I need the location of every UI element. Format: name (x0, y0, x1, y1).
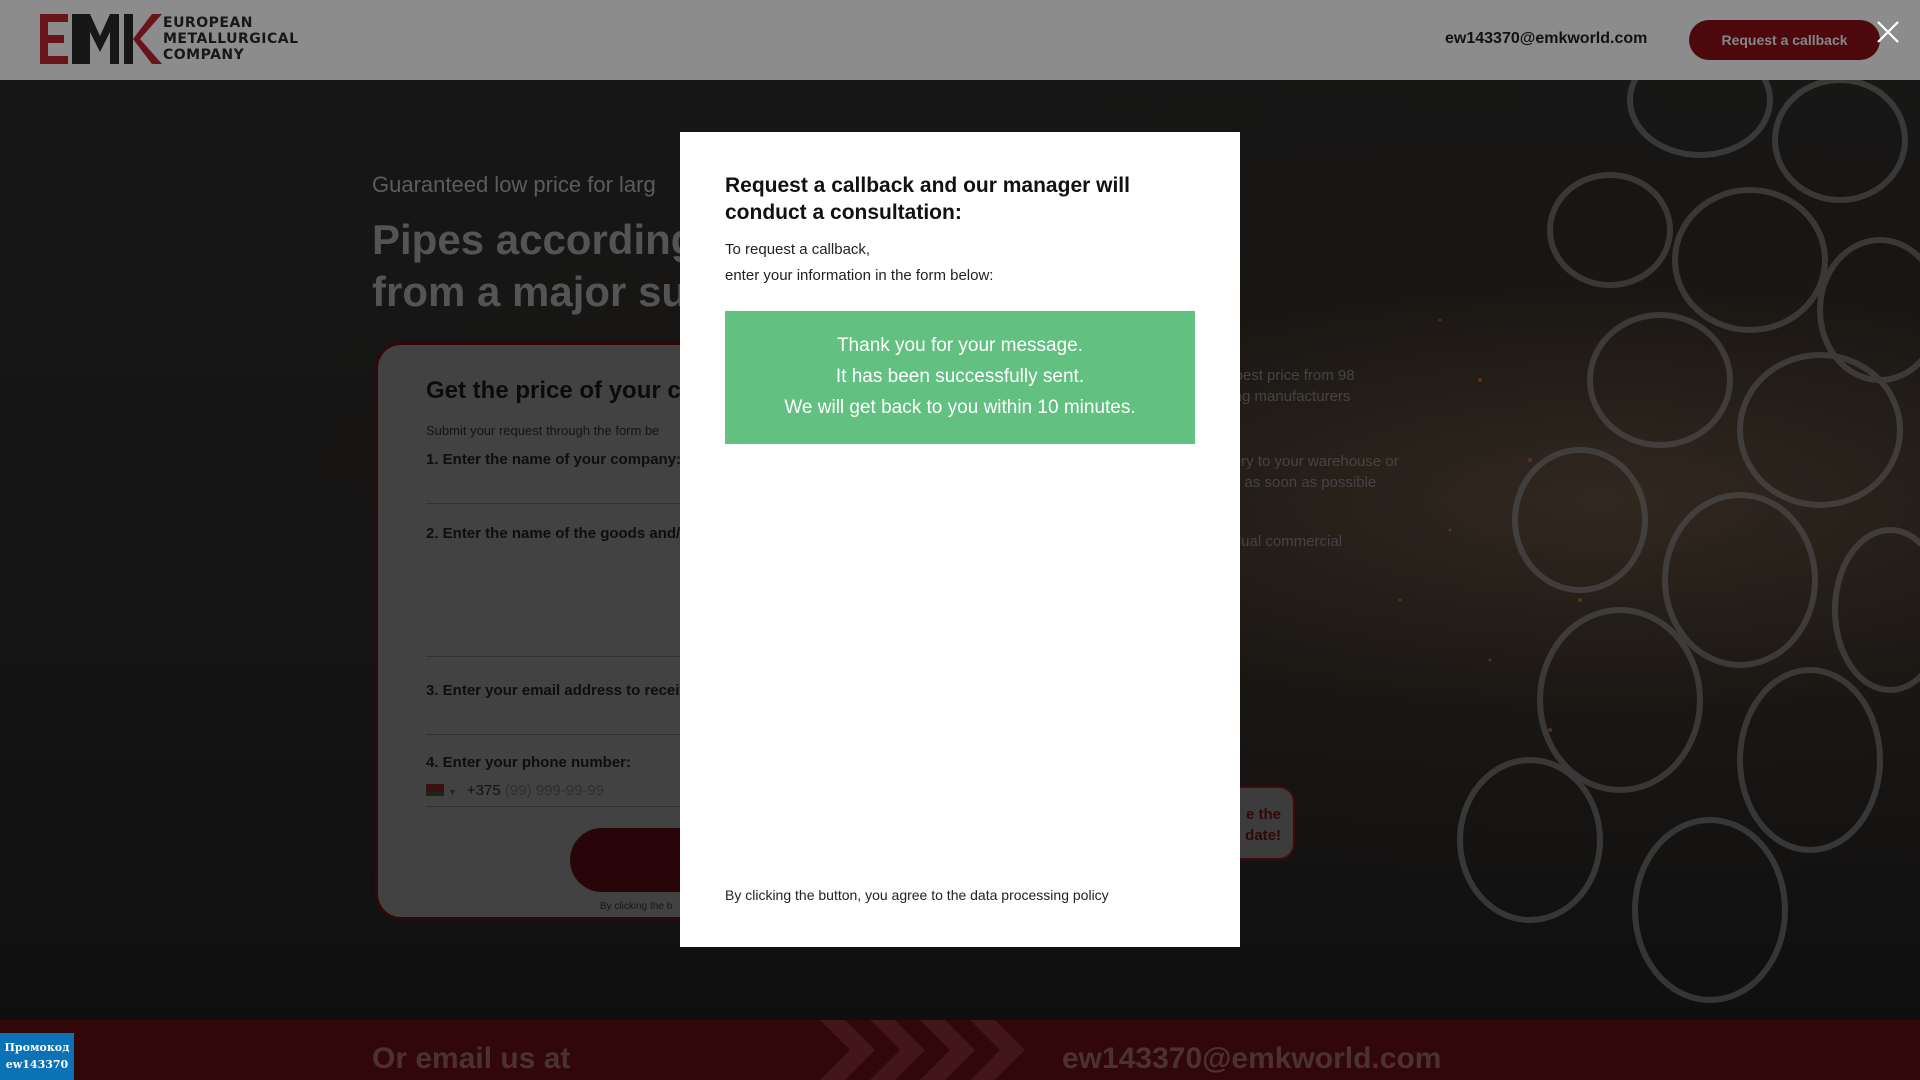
success-line: We will get back to you within 10 minute… (784, 397, 1136, 418)
close-modal-button[interactable] (1876, 20, 1900, 44)
success-message: Thank you for your message. It has been … (725, 311, 1195, 444)
privacy-policy-note: By clicking the button, you agree to the… (725, 887, 1109, 903)
success-line: Thank you for your message. (836, 335, 1084, 356)
success-line: It has been successfully sent. (835, 366, 1085, 387)
promo-code-badge[interactable]: Промокод ew143370 (0, 1033, 74, 1080)
modal-description: To request a callback, enter your inform… (725, 237, 993, 289)
callback-modal: Request a callback and our manager will … (680, 132, 1240, 947)
close-icon (1877, 21, 1899, 43)
promo-label: Промокод (4, 1041, 70, 1054)
promo-code: ew143370 (5, 1058, 69, 1071)
modal-title: Request a callback and our manager will … (725, 174, 1130, 224)
modal-description-line: enter your information in the form below… (725, 267, 994, 284)
modal-description-line: To request a callback, (725, 241, 871, 258)
